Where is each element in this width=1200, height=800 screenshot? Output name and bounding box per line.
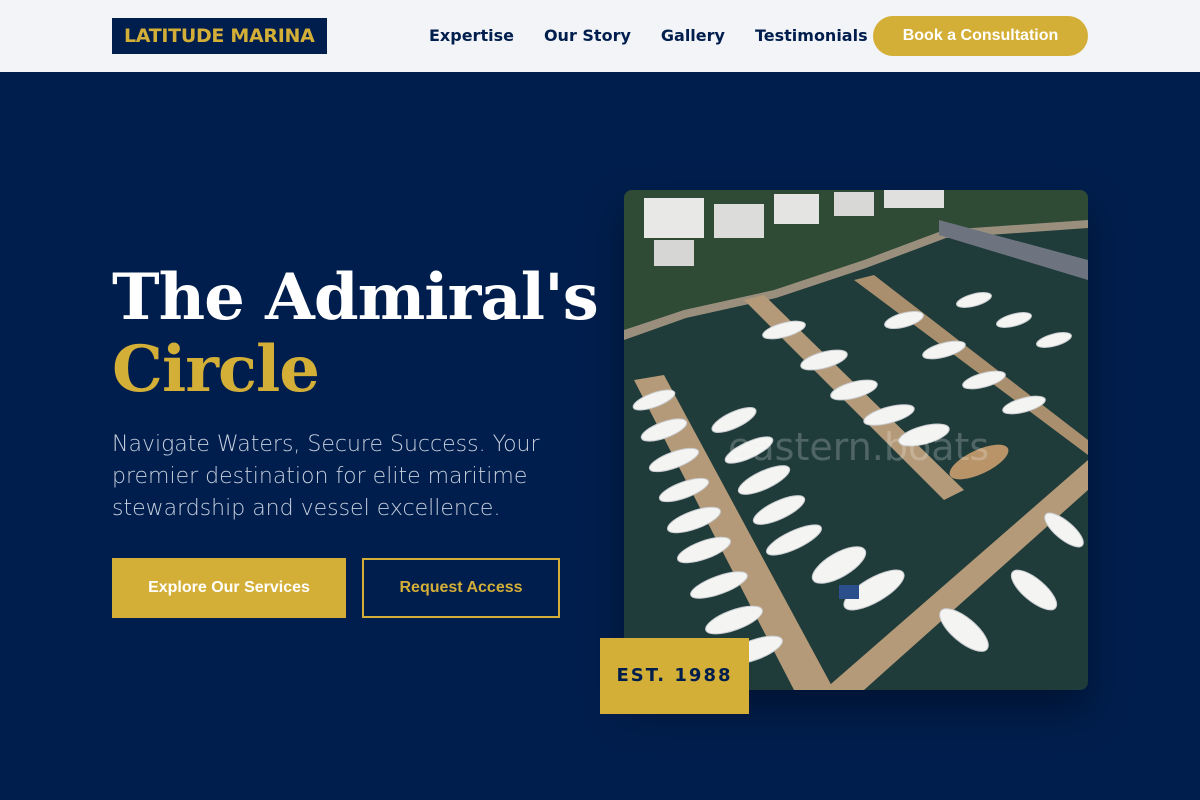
hero-title-line2: Circle (112, 332, 320, 407)
image-watermark: eastern.boats (728, 425, 989, 469)
hero-title-line1: The Admiral's (112, 260, 599, 335)
nav-link-our-story[interactable]: Our Story (544, 24, 631, 48)
request-access-button[interactable]: Request Access (362, 558, 560, 618)
logo[interactable]: LATITUDE MARINA (112, 18, 327, 54)
hero-title: The Admiral's Circle (112, 262, 612, 406)
site-header: LATITUDE MARINA Expertise Our Story Gall… (0, 0, 1200, 72)
nav-link-expertise[interactable]: Expertise (429, 24, 514, 48)
hero-subtitle: Navigate Waters, Secure Success. Your pr… (112, 432, 540, 521)
established-badge: EST. 1988 (600, 638, 749, 714)
nav-link-gallery[interactable]: Gallery (661, 24, 725, 48)
nav-link-testimonials[interactable]: Testimonials (755, 24, 868, 48)
book-consultation-button[interactable]: Book a Consultation (873, 16, 1088, 56)
main-nav: Expertise Our Story Gallery Testimonials (429, 24, 868, 48)
explore-services-button[interactable]: Explore Our Services (112, 558, 346, 618)
marina-aerial-image: eastern.boats (624, 190, 1088, 690)
